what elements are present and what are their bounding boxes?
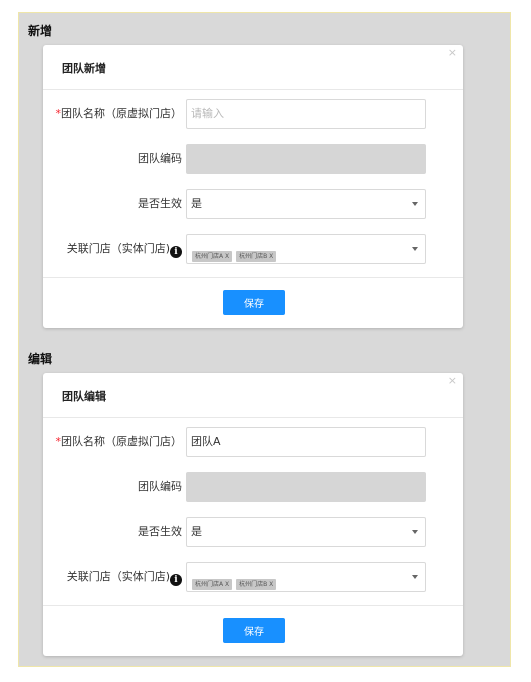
store-tag[interactable]: 杭州门店B X [236, 251, 277, 262]
team-code-label: 团队编码 [138, 480, 182, 493]
form-row-is-active: 是否生效 是 [43, 517, 463, 547]
team-name-value: 团队A [191, 435, 221, 448]
close-icon[interactable]: × [448, 46, 457, 59]
linked-stores-label: 关联门店（实体门店) i [67, 234, 182, 264]
page-canvas: 新增 团队新增 × *团队名称（原虚拟门店） 请输入 团队编码 是否生效 是 关… [18, 12, 511, 667]
edit-team-modal: 团队编辑 × *团队名称（原虚拟门店） 团队A 团队编码 是否生效 是 关联门店… [43, 373, 463, 656]
is-active-value: 是 [191, 197, 202, 210]
modal-title: 团队新增 [62, 62, 106, 75]
section-heading-add: 新增 [28, 24, 53, 38]
is-active-label: 是否生效 [138, 197, 182, 210]
section-heading-edit: 编辑 [28, 352, 53, 366]
tag-list: 杭州门店A X 杭州门店B X [192, 243, 280, 262]
modal-header: 团队编辑 × [43, 373, 463, 418]
chevron-down-icon [412, 202, 418, 206]
modal-footer: 保存 [43, 277, 463, 329]
form-row-is-active: 是否生效 是 [43, 189, 463, 219]
linked-stores-select[interactable]: 杭州门店A X 杭州门店B X [186, 234, 426, 264]
team-name-input[interactable]: 请输入 [186, 99, 426, 129]
team-code-input [186, 144, 426, 174]
team-name-input[interactable]: 团队A [186, 427, 426, 457]
info-circle-icon[interactable]: i [170, 574, 182, 586]
team-name-placeholder: 请输入 [191, 107, 224, 120]
form-row-team-name: *团队名称（原虚拟门店） 团队A [43, 427, 463, 457]
store-tag[interactable]: 杭州门店A X [192, 579, 233, 590]
team-code-input [186, 472, 426, 502]
modal-title: 团队编辑 [62, 390, 106, 403]
modal-footer: 保存 [43, 605, 463, 657]
store-tag[interactable]: 杭州门店A X [192, 251, 233, 262]
save-button[interactable]: 保存 [223, 290, 285, 315]
tag-list: 杭州门店A X 杭州门店B X [192, 571, 280, 590]
team-code-label: 团队编码 [138, 152, 182, 165]
linked-stores-select[interactable]: 杭州门店A X 杭州门店B X [186, 562, 426, 592]
chevron-down-icon [412, 575, 418, 579]
is-active-value: 是 [191, 525, 202, 538]
is-active-label: 是否生效 [138, 525, 182, 538]
team-name-label: *团队名称（原虚拟门店） [55, 107, 183, 120]
chevron-down-icon [412, 247, 418, 251]
form-row-linked-stores: 关联门店（实体门店) i 杭州门店A X 杭州门店B X [43, 234, 463, 264]
linked-stores-label: 关联门店（实体门店) i [67, 562, 182, 592]
close-icon[interactable]: × [448, 374, 457, 387]
store-tag[interactable]: 杭州门店B X [236, 579, 277, 590]
form-row-team-code: 团队编码 [43, 472, 463, 502]
form-row-linked-stores: 关联门店（实体门店) i 杭州门店A X 杭州门店B X [43, 562, 463, 592]
modal-header: 团队新增 × [43, 45, 463, 90]
chevron-down-icon [412, 530, 418, 534]
form-row-team-name: *团队名称（原虚拟门店） 请输入 [43, 99, 463, 129]
is-active-select[interactable]: 是 [186, 189, 426, 219]
team-name-label: *团队名称（原虚拟门店） [55, 435, 183, 448]
form-row-team-code: 团队编码 [43, 144, 463, 174]
info-circle-icon[interactable]: i [170, 246, 182, 258]
is-active-select[interactable]: 是 [186, 517, 426, 547]
save-button[interactable]: 保存 [223, 618, 285, 643]
add-team-modal: 团队新增 × *团队名称（原虚拟门店） 请输入 团队编码 是否生效 是 关联门店… [43, 45, 463, 328]
